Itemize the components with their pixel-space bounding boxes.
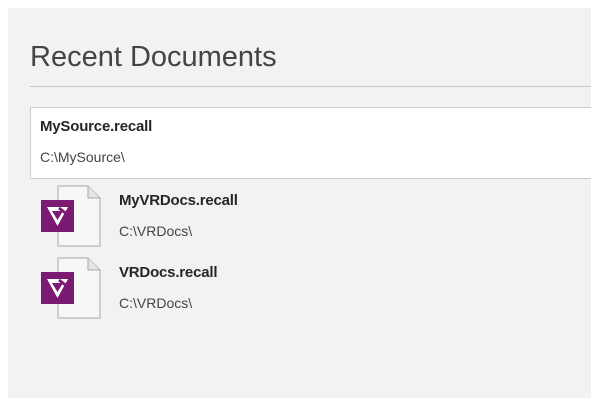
recent-document-item-mysource[interactable]: MySource.recall C:\MySource\ — [30, 107, 591, 179]
recall-file-icon — [41, 257, 101, 319]
document-name: MySource.recall — [40, 118, 153, 135]
recent-document-item-myvrdocs[interactable]: MyVRDocs.recall C:\VRDocs\ — [30, 182, 591, 247]
recall-file-icon — [41, 185, 101, 247]
recent-documents-heading: Recent Documents — [30, 41, 277, 73]
document-path: C:\VRDocs\ — [119, 223, 193, 239]
recent-document-item-vrdocs[interactable]: VRDocs.recall C:\VRDocs\ — [30, 254, 591, 319]
document-name: VRDocs.recall — [119, 264, 218, 281]
document-path: C:\VRDocs\ — [119, 295, 193, 311]
heading-divider — [30, 86, 591, 87]
document-path: C:\MySource\ — [40, 149, 125, 165]
document-name: MyVRDocs.recall — [119, 192, 238, 209]
